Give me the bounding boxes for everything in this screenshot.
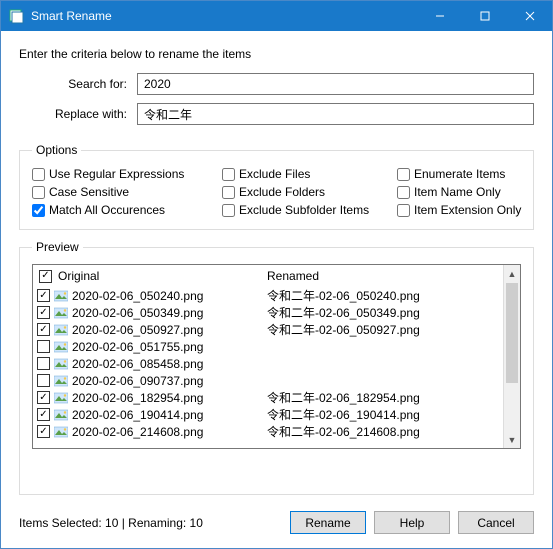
row-original: 2020-02-06_214608.png — [72, 425, 203, 439]
row-checkbox[interactable] — [37, 340, 50, 353]
header-renamed[interactable]: Renamed — [267, 269, 497, 283]
options-legend: Options — [32, 143, 81, 157]
table-row[interactable]: ✓ 2020-02-06_214608.png 令和二年-02-06_214608.… — [37, 423, 499, 440]
search-input[interactable] — [137, 73, 534, 95]
image-file-icon — [54, 375, 68, 387]
row-original: 2020-02-06_050927.png — [72, 323, 203, 337]
chk-case-sensitive[interactable] — [32, 186, 45, 199]
row-checkbox[interactable]: ✓ — [37, 289, 50, 302]
row-renamed: 令和二年-02-06_050240.png — [265, 287, 499, 304]
opt-exclude-subfolder[interactable]: Exclude Subfolder Items — [222, 203, 397, 217]
table-row[interactable]: 2020-02-06_051755.png — [37, 338, 499, 355]
row-checkbox[interactable]: ✓ — [37, 408, 50, 421]
chk-exclude-folders[interactable] — [222, 186, 235, 199]
scroll-down-icon[interactable]: ▼ — [504, 431, 520, 448]
row-checkbox[interactable] — [37, 374, 50, 387]
image-file-icon — [54, 392, 68, 404]
row-original: 2020-02-06_085458.png — [72, 357, 203, 371]
chk-ext-only[interactable] — [397, 204, 410, 217]
window-title: Smart Rename — [31, 9, 417, 23]
row-original: 2020-02-06_190414.png — [72, 408, 203, 422]
row-renamed: 令和二年-02-06_050927.png — [265, 321, 499, 338]
chk-name-only[interactable] — [397, 186, 410, 199]
image-file-icon — [54, 324, 68, 336]
opt-name-only[interactable]: Item Name Only — [397, 185, 521, 199]
header-original[interactable]: Original — [58, 269, 99, 283]
replace-label: Replace with: — [19, 107, 137, 121]
table-row[interactable]: ✓ 2020-02-06_050349.png 令和二年-02-06_050349.… — [37, 304, 499, 321]
titlebar: Smart Rename — [1, 1, 552, 31]
row-original: 2020-02-06_050240.png — [72, 289, 203, 303]
row-original: 2020-02-06_090737.png — [72, 374, 203, 388]
preview-group: Preview ✓ Original Renamed ✓ 2020-02-06_0… — [19, 240, 534, 495]
row-original: 2020-02-06_182954.png — [72, 391, 203, 405]
row-checkbox[interactable]: ✓ — [37, 323, 50, 336]
image-file-icon — [54, 409, 68, 421]
chk-match-all[interactable] — [32, 204, 45, 217]
status-text: Items Selected: 10 | Renaming: 10 — [19, 516, 282, 530]
opt-exclude-folders[interactable]: Exclude Folders — [222, 185, 397, 199]
opt-use-regex[interactable]: Use Regular Expressions — [32, 167, 222, 181]
scroll-thumb[interactable] — [506, 283, 518, 383]
chk-use-regex[interactable] — [32, 168, 45, 181]
row-original: 2020-02-06_050349.png — [72, 306, 203, 320]
image-file-icon — [54, 358, 68, 370]
row-renamed: 令和二年-02-06_214608.png — [265, 423, 499, 440]
cancel-button[interactable]: Cancel — [458, 511, 534, 534]
table-row[interactable]: 2020-02-06_085458.png — [37, 355, 499, 372]
image-file-icon — [54, 290, 68, 302]
preview-header: ✓ Original Renamed — [33, 265, 503, 287]
preview-scrollbar[interactable]: ▲ ▼ — [503, 265, 520, 448]
help-button[interactable]: Help — [374, 511, 450, 534]
opt-match-all[interactable]: Match All Occurences — [32, 203, 222, 217]
chk-exclude-files[interactable] — [222, 168, 235, 181]
row-renamed: 令和二年-02-06_190414.png — [265, 406, 499, 423]
search-label: Search for: — [19, 77, 137, 91]
row-checkbox[interactable]: ✓ — [37, 425, 50, 438]
preview-legend: Preview — [32, 240, 83, 254]
smart-rename-window: Smart Rename Enter the criteria below to… — [0, 0, 553, 549]
table-row[interactable]: ✓ 2020-02-06_190414.png 令和二年-02-06_190414.… — [37, 406, 499, 423]
replace-input[interactable] — [137, 103, 534, 125]
row-checkbox[interactable]: ✓ — [37, 391, 50, 404]
maximize-button[interactable] — [462, 1, 507, 31]
table-row[interactable]: ✓ 2020-02-06_050927.png 令和二年-02-06_050927.… — [37, 321, 499, 338]
opt-exclude-files[interactable]: Exclude Files — [222, 167, 397, 181]
opt-ext-only[interactable]: Item Extension Only — [397, 203, 521, 217]
row-checkbox[interactable]: ✓ — [37, 306, 50, 319]
row-renamed: 令和二年-02-06_050349.png — [265, 304, 499, 321]
dialog-body: Enter the criteria below to rename the i… — [1, 31, 552, 548]
chk-enumerate[interactable] — [397, 168, 410, 181]
table-row[interactable]: 2020-02-06_090737.png — [37, 372, 499, 389]
options-group: Options Use Regular Expressions Exclude … — [19, 143, 534, 230]
app-icon — [9, 8, 25, 24]
row-checkbox[interactable] — [37, 357, 50, 370]
opt-case-sensitive[interactable]: Case Sensitive — [32, 185, 222, 199]
table-row[interactable]: ✓ 2020-02-06_182954.png 令和二年-02-06_182954.… — [37, 389, 499, 406]
image-file-icon — [54, 426, 68, 438]
intro-text: Enter the criteria below to rename the i… — [19, 47, 534, 61]
replace-row: Replace with: — [19, 103, 534, 125]
window-controls — [417, 1, 552, 31]
search-row: Search for: — [19, 73, 534, 95]
image-file-icon — [54, 307, 68, 319]
footer: Items Selected: 10 | Renaming: 10 Rename… — [19, 511, 534, 534]
scroll-up-icon[interactable]: ▲ — [504, 265, 520, 282]
chk-exclude-subfolder[interactable] — [222, 204, 235, 217]
row-renamed: 令和二年-02-06_182954.png — [265, 389, 499, 406]
preview-list: ✓ Original Renamed ✓ 2020-02-06_050240.pn… — [32, 264, 521, 449]
table-row[interactable]: ✓ 2020-02-06_050240.png 令和二年-02-06_050240.… — [37, 287, 499, 304]
close-button[interactable] — [507, 1, 552, 31]
rename-button[interactable]: Rename — [290, 511, 366, 534]
header-checkbox[interactable]: ✓ — [39, 270, 52, 283]
minimize-button[interactable] — [417, 1, 462, 31]
opt-enumerate[interactable]: Enumerate Items — [397, 167, 521, 181]
image-file-icon — [54, 341, 68, 353]
row-original: 2020-02-06_051755.png — [72, 340, 203, 354]
